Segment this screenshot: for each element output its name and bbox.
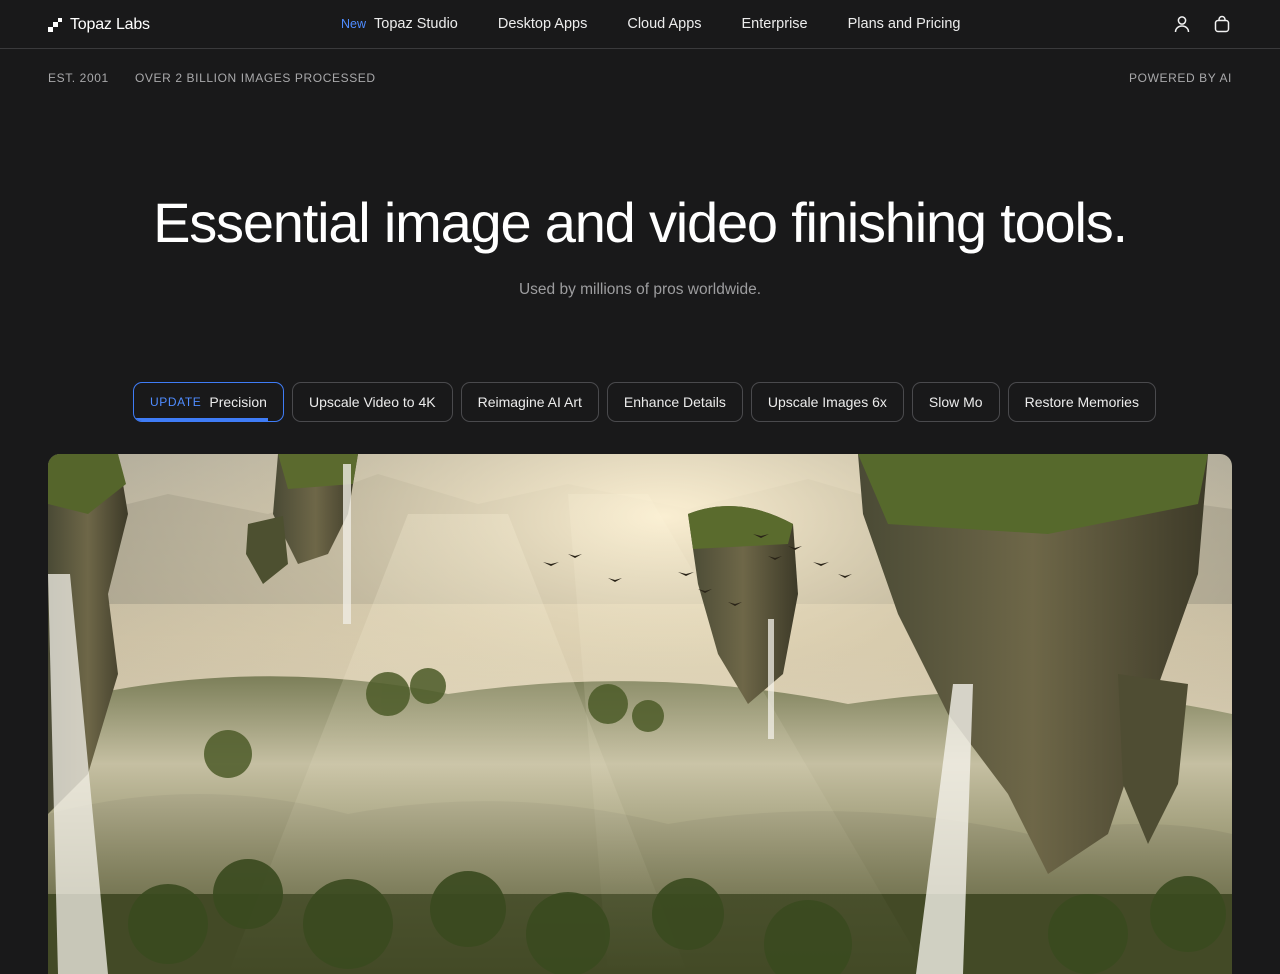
images-processed-label: OVER 2 BILLION IMAGES PROCESSED <box>135 71 376 85</box>
tab-enhance-details[interactable]: Enhance Details <box>606 382 743 422</box>
top-navigation-bar: Topaz Labs New Topaz Studio Desktop Apps… <box>0 0 1280 49</box>
hero-title: Essential image and video finishing tool… <box>153 191 1128 254</box>
new-badge: New <box>341 17 367 31</box>
nav-item-enterprise[interactable]: Enterprise <box>742 16 808 32</box>
nav-item-label: Topaz Studio <box>374 16 458 32</box>
feature-tabs: UPDATE Precision Upscale Video to 4K Rei… <box>133 382 1156 422</box>
header-actions <box>1172 13 1232 35</box>
account-button[interactable] <box>1172 13 1192 35</box>
nav-item-plans-pricing[interactable]: Plans and Pricing <box>848 16 961 32</box>
brand-name: Topaz Labs <box>70 16 150 33</box>
shopping-bag-icon <box>1214 15 1230 33</box>
established-label: EST. 2001 <box>48 71 109 85</box>
hero-subtitle: Used by millions of pros worldwide. <box>518 281 762 298</box>
nav-item-topaz-studio[interactable]: New Topaz Studio <box>341 16 458 32</box>
tab-reimagine-ai-art[interactable]: Reimagine AI Art <box>460 382 599 422</box>
tab-restore-memories[interactable]: Restore Memories <box>1007 382 1156 422</box>
tab-label: Precision <box>209 394 267 410</box>
cart-button[interactable] <box>1212 13 1232 35</box>
tab-upscale-video[interactable]: Upscale Video to 4K <box>291 382 453 422</box>
update-badge: UPDATE <box>150 395 202 409</box>
hero-showcase-image <box>48 454 1232 974</box>
topaz-logo-icon <box>48 18 62 32</box>
tab-precision[interactable]: UPDATE Precision <box>133 382 284 422</box>
tab-slow-mo[interactable]: Slow Mo <box>911 382 1000 422</box>
nav-item-desktop-apps[interactable]: Desktop Apps <box>498 16 587 32</box>
tab-progress-bar <box>134 418 269 421</box>
floating-mountains-illustration <box>48 454 1232 974</box>
main-nav: New Topaz Studio Desktop Apps Cloud Apps… <box>341 0 960 48</box>
nav-item-cloud-apps[interactable]: Cloud Apps <box>627 16 701 32</box>
brand-logo[interactable]: Topaz Labs <box>48 14 150 36</box>
user-icon <box>1174 16 1190 33</box>
powered-by-label: POWERED BY AI <box>1129 71 1232 85</box>
tab-upscale-images[interactable]: Upscale Images 6x <box>750 382 904 422</box>
